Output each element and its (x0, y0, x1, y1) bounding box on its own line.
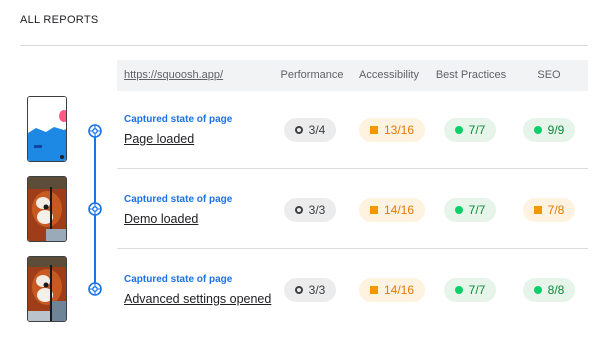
snapshot-camera-icon[interactable] (88, 124, 102, 138)
step-name-link[interactable]: Advanced settings opened (124, 292, 271, 306)
orange-square-icon (369, 206, 378, 214)
score-value: 9/9 (547, 123, 565, 137)
step-kind-label: Captured state of page (124, 194, 233, 205)
row-divider (117, 248, 588, 249)
green-circle-icon (533, 286, 542, 294)
seo-score-pill[interactable]: 7/8 (523, 198, 575, 222)
score-value: 7/8 (547, 203, 565, 217)
reports-title: ALL REPORTS (20, 14, 99, 26)
table-header: https://squoosh.app/ Performance Accessi… (117, 60, 588, 91)
step-thumbnail[interactable] (27, 96, 67, 162)
score-value: 3/4 (308, 123, 326, 137)
step-thumbnail[interactable] (27, 176, 67, 242)
performance-score-pill[interactable]: 3/4 (284, 118, 336, 142)
step-kind-label: Captured state of page (124, 114, 233, 125)
orange-square-icon (369, 286, 378, 294)
performance-score-pill[interactable]: 3/3 (284, 278, 336, 302)
snapshot-camera-icon[interactable] (88, 202, 102, 216)
best-practices-score-pill[interactable]: 7/7 (444, 278, 496, 302)
hollow-circle-icon (294, 206, 303, 214)
score-value: 3/3 (308, 203, 326, 217)
score-value: 3/3 (308, 283, 326, 297)
score-value: 7/7 (468, 283, 486, 297)
step-name-link[interactable]: Demo loaded (124, 212, 198, 226)
seo-score-pill[interactable]: 8/8 (523, 278, 575, 302)
green-circle-icon (454, 286, 463, 294)
accessibility-score-pill[interactable]: 13/16 (359, 118, 425, 142)
column-header-best-practices: Best Practices (435, 69, 507, 81)
score-value: 8/8 (547, 283, 565, 297)
score-value: 14/16 (383, 203, 415, 217)
seo-score-pill[interactable]: 9/9 (523, 118, 575, 142)
performance-score-pill[interactable]: 3/3 (284, 198, 336, 222)
column-header-performance: Performance (280, 69, 344, 81)
url-link[interactable]: https://squoosh.app/ (124, 69, 223, 81)
step-name-link[interactable]: Page loaded (124, 132, 194, 146)
orange-square-icon (533, 206, 542, 214)
best-practices-score-pill[interactable]: 7/7 (444, 198, 496, 222)
step-thumbnail[interactable] (27, 256, 67, 322)
column-header-accessibility: Accessibility (359, 69, 419, 81)
hollow-circle-icon (294, 286, 303, 294)
score-value: 13/16 (383, 123, 415, 137)
score-value: 14/16 (383, 283, 415, 297)
green-circle-icon (533, 126, 542, 134)
row-divider (117, 168, 588, 169)
green-circle-icon (454, 206, 463, 214)
accessibility-score-pill[interactable]: 14/16 (359, 198, 425, 222)
accessibility-score-pill[interactable]: 14/16 (359, 278, 425, 302)
hollow-circle-icon (294, 126, 303, 134)
top-divider (20, 45, 588, 46)
snapshot-camera-icon[interactable] (88, 282, 102, 296)
best-practices-score-pill[interactable]: 7/7 (444, 118, 496, 142)
score-value: 7/7 (468, 203, 486, 217)
orange-square-icon (369, 126, 378, 134)
score-value: 7/7 (468, 123, 486, 137)
green-circle-icon (454, 126, 463, 134)
column-header-seo: SEO (537, 69, 561, 81)
step-kind-label: Captured state of page (124, 274, 233, 285)
